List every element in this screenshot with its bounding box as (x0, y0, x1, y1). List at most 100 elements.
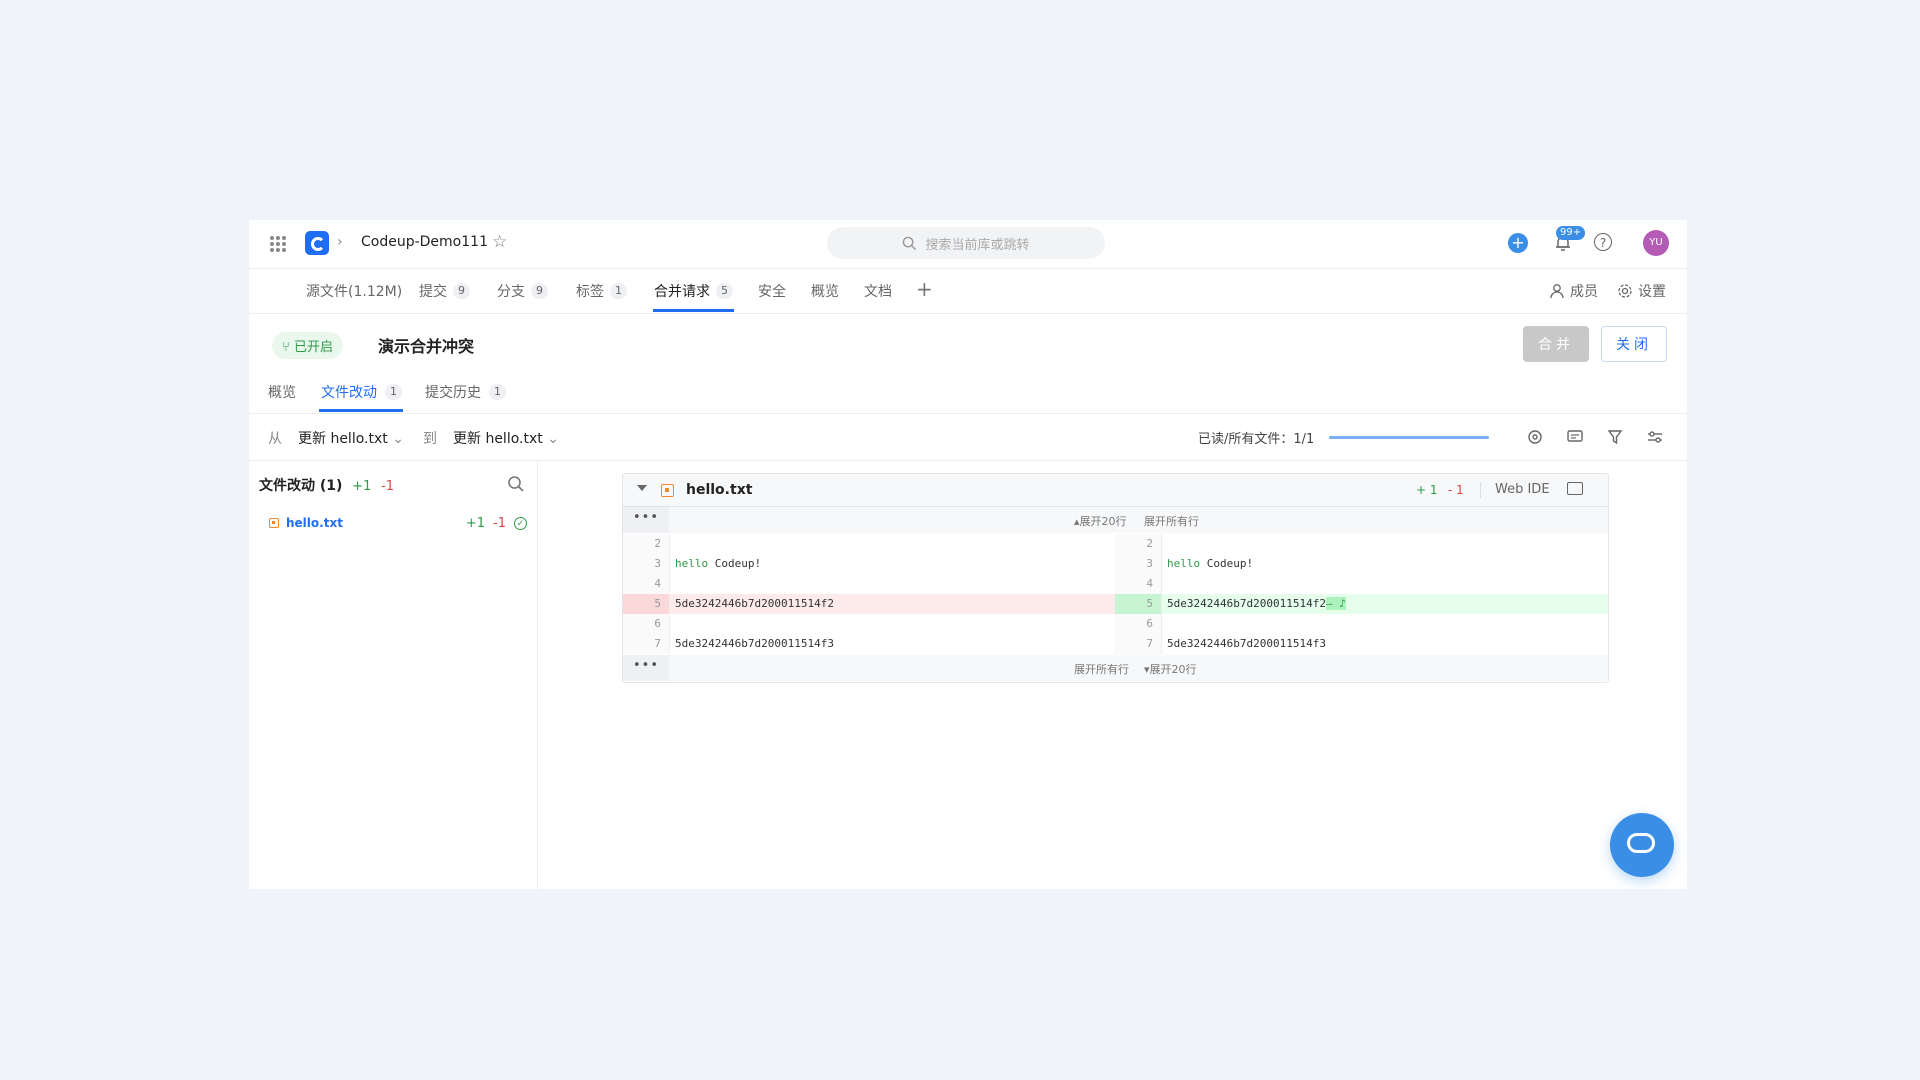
expand-20-lines-up[interactable]: ▴展开20行 (1074, 513, 1127, 529)
line-number: 3 (1146, 557, 1153, 570)
star-icon[interactable]: ☆ (492, 232, 507, 252)
settings-link[interactable]: 设置 (1617, 281, 1666, 301)
search-input[interactable]: 搜索当前库或跳转 (827, 227, 1105, 259)
tab-label: 文档 (864, 284, 892, 300)
file-tree-panel: 文件改动 (1) +1 -1 hello.txt +1 -1 ✓ (249, 461, 538, 889)
added-count: +1 (352, 479, 372, 494)
tab-branches[interactable]: 分支 9 (497, 281, 548, 301)
search-icon[interactable] (507, 475, 525, 493)
to-value: 更新 hello.txt (453, 431, 543, 447)
count-badge: 5 (716, 283, 733, 299)
web-ide-button[interactable]: Web IDE (1495, 482, 1550, 497)
line-number: 7 (1146, 637, 1153, 650)
code-text: Codeup! (1200, 557, 1254, 570)
mr-subtabs: 概览 文件改动 1 提交历史 1 (249, 370, 1687, 414)
subtab-commit-history[interactable]: 提交历史 1 (425, 382, 506, 402)
diff-line: 3 3 hello Codeup! hello Codeup! (623, 554, 1608, 574)
code-left: 5de3242446b7d200011514f3 (675, 637, 834, 650)
more-icon[interactable]: ••• (623, 507, 669, 533)
sliders-icon[interactable] (1646, 428, 1664, 446)
diff-line: 7 7 5de3242446b7d200011514f3 5de3242446b7d2… (623, 634, 1608, 654)
search-placeholder: 搜索当前库或跳转 (925, 237, 1030, 253)
deleted-count: -1 (493, 515, 506, 531)
to-select[interactable]: 更新 hello.txt ⌄ (453, 428, 559, 448)
from-value: 更新 hello.txt (298, 431, 388, 447)
from-label: 从 (268, 431, 282, 447)
expand-row-bottom: ••• 展开所有行 ▾展开20行 (623, 655, 1608, 681)
line-number: 4 (654, 577, 661, 590)
line-number: 5 (654, 597, 661, 610)
code-right: hello Codeup! (1167, 557, 1253, 570)
active-tab-underline (653, 309, 734, 312)
tab-security[interactable]: 安全 (758, 281, 786, 301)
added-count: + 1 (1416, 483, 1438, 497)
tab-merge-requests[interactable]: 合并请求 5 (654, 281, 733, 301)
modified-file-icon (269, 518, 279, 528)
diff-line: 22 (623, 534, 1608, 554)
added-count: +1 (465, 515, 486, 531)
merge-request-icon: ⑂ (282, 340, 290, 355)
file-tree-item[interactable]: hello.txt +1 -1 ✓ (269, 513, 527, 533)
more-icon[interactable]: ••• (623, 655, 669, 681)
status-badge: ⑂ 已开启 (272, 332, 343, 359)
close-button[interactable]: 关闭 (1601, 326, 1667, 362)
line-number: 6 (654, 617, 661, 630)
count-badge: 1 (385, 384, 402, 400)
add-tab-icon[interactable]: + (916, 277, 933, 301)
filter-icon[interactable] (1606, 428, 1624, 446)
read-progress-label: 已读/所有文件：1/1 (1198, 432, 1315, 447)
file-tree-title-text: 文件改动 (1) (259, 478, 343, 494)
app-window: › Codeup-Demo111 ☆ 搜索当前库或跳转 + 99+ ? YU 源… (249, 220, 1687, 889)
compare-bar: 从 更新 hello.txt ⌄ 到 更新 hello.txt ⌄ 已读/所有文… (249, 414, 1687, 461)
top-bar: › Codeup-Demo111 ☆ 搜索当前库或跳转 + 99+ ? YU (249, 220, 1687, 269)
chat-icon[interactable] (1610, 813, 1674, 877)
deleted-count: -1 (381, 479, 395, 494)
subtab-overview[interactable]: 概览 (268, 382, 296, 402)
refresh-icon[interactable] (1526, 428, 1544, 446)
subtab-label: 提交历史 (425, 385, 481, 401)
code-left: hello Codeup! (675, 557, 761, 570)
code-right: 5de3242446b7d200011514f3 (1167, 637, 1326, 650)
user-icon (1550, 284, 1564, 299)
tab-overview[interactable]: 概览 (811, 281, 839, 301)
folder-icon[interactable] (1567, 482, 1583, 495)
diff-view: hello.txt + 1 - 1 Web IDE ••• ▴展开20行 展开所… (622, 473, 1609, 683)
tab-docs[interactable]: 文档 (864, 281, 892, 301)
tab-tags[interactable]: 标签 1 (576, 281, 627, 301)
expand-all-lines[interactable]: 展开所有行 (1144, 513, 1199, 529)
expand-20-lines-down[interactable]: ▾展开20行 (1144, 661, 1197, 677)
settings-label: 设置 (1638, 284, 1666, 300)
chevron-down-icon: ⌄ (392, 431, 404, 447)
deleted-count: - 1 (1448, 483, 1464, 497)
diff-filename: hello.txt (686, 482, 753, 498)
code-text: 5de3242446b7d200011514f2 (1167, 597, 1326, 610)
repo-name[interactable]: Codeup-Demo111 (361, 234, 488, 250)
line-number: 5 (1146, 597, 1153, 610)
tab-source[interactable]: 源文件(1.12M) (306, 281, 402, 301)
active-subtab-underline (319, 409, 403, 412)
tab-label: 概览 (811, 284, 839, 300)
code-left: 5de3242446b7d200011514f2 (675, 597, 834, 610)
code-right: 5de3242446b7d200011514f2— ♪ (1167, 597, 1346, 610)
codeup-logo-icon[interactable] (305, 231, 329, 255)
line-number: 7 (654, 637, 661, 650)
apps-grid-icon[interactable] (270, 236, 286, 252)
expand-all-lines[interactable]: 展开所有行 (1074, 661, 1129, 677)
tab-label: 标签 (576, 284, 604, 300)
create-plus-icon[interactable]: + (1508, 233, 1528, 253)
members-link[interactable]: 成员 (1549, 281, 1598, 301)
line-number: 3 (654, 557, 661, 570)
count-badge: 1 (610, 283, 627, 299)
collapse-caret-icon[interactable] (637, 485, 647, 491)
comment-icon[interactable] (1566, 428, 1584, 446)
from-select[interactable]: 更新 hello.txt ⌄ (298, 428, 404, 448)
tab-label: 源文件(1.12M) (306, 284, 403, 300)
diff-line: 5 5 5de3242446b7d200011514f2 5de3242446b7d2… (623, 594, 1608, 614)
tab-commits[interactable]: 提交 9 (419, 281, 470, 301)
avatar[interactable]: YU (1643, 230, 1669, 256)
merge-button[interactable]: 合并 (1523, 326, 1589, 362)
help-icon[interactable]: ? (1594, 233, 1612, 251)
code-text: 5de3242446b7d200011514f3 (675, 637, 834, 650)
diff-header: hello.txt + 1 - 1 Web IDE (623, 474, 1608, 507)
subtab-file-changes[interactable]: 文件改动 1 (321, 382, 402, 402)
